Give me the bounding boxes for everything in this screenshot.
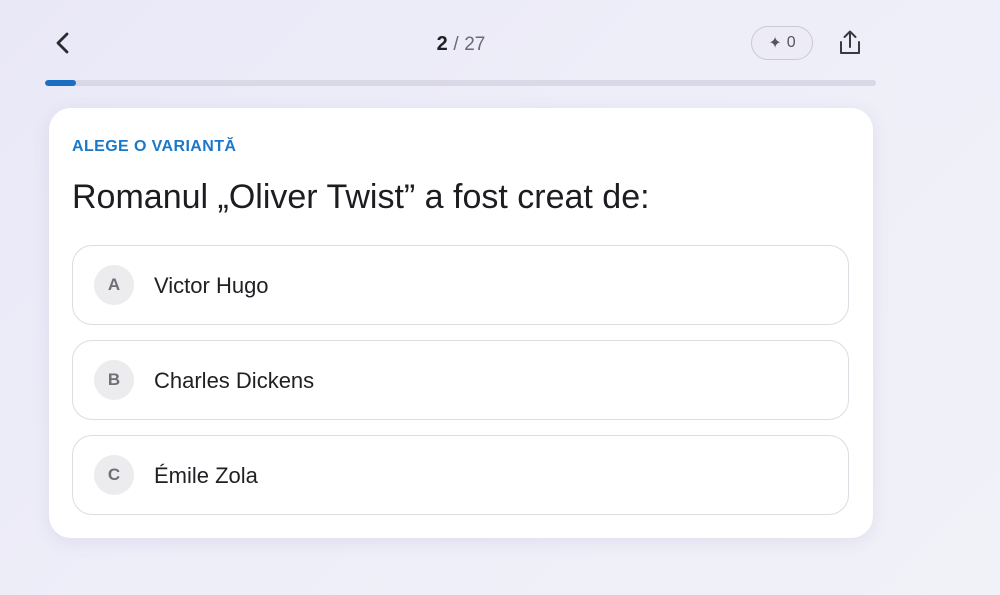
option-a[interactable]: A Victor Hugo: [72, 245, 849, 325]
option-label: Victor Hugo: [154, 273, 269, 298]
progress-bar: [45, 80, 876, 86]
share-button[interactable]: [834, 27, 866, 59]
progress-fill: [45, 80, 76, 86]
sparkle-icon: ✦: [768, 35, 782, 52]
option-label: Charles Dickens: [154, 368, 315, 393]
top-bar: 2 / 27 ✦ 0: [0, 0, 1000, 90]
question-text: Romanul „Oliver Twist” a fost creat de:: [72, 178, 650, 216]
counter-separator: /: [453, 34, 459, 55]
option-b[interactable]: B Charles Dickens: [72, 340, 849, 420]
counter-total: 27: [464, 34, 486, 55]
option-letter: A: [94, 265, 134, 305]
option-letter: C: [94, 455, 134, 495]
score-value: 0: [786, 34, 796, 51]
prompt-label: ALEGE O VARIANTĂ: [72, 138, 237, 155]
question-card: ALEGE O VARIANTĂ Romanul „Oliver Twist” …: [49, 108, 873, 538]
score-badge[interactable]: ✦ 0: [751, 26, 813, 60]
option-letter: B: [94, 360, 134, 400]
option-c[interactable]: C Émile Zola: [72, 435, 849, 515]
share-icon: [840, 30, 860, 54]
option-label: Émile Zola: [154, 463, 258, 488]
counter-current: 2: [436, 33, 448, 55]
